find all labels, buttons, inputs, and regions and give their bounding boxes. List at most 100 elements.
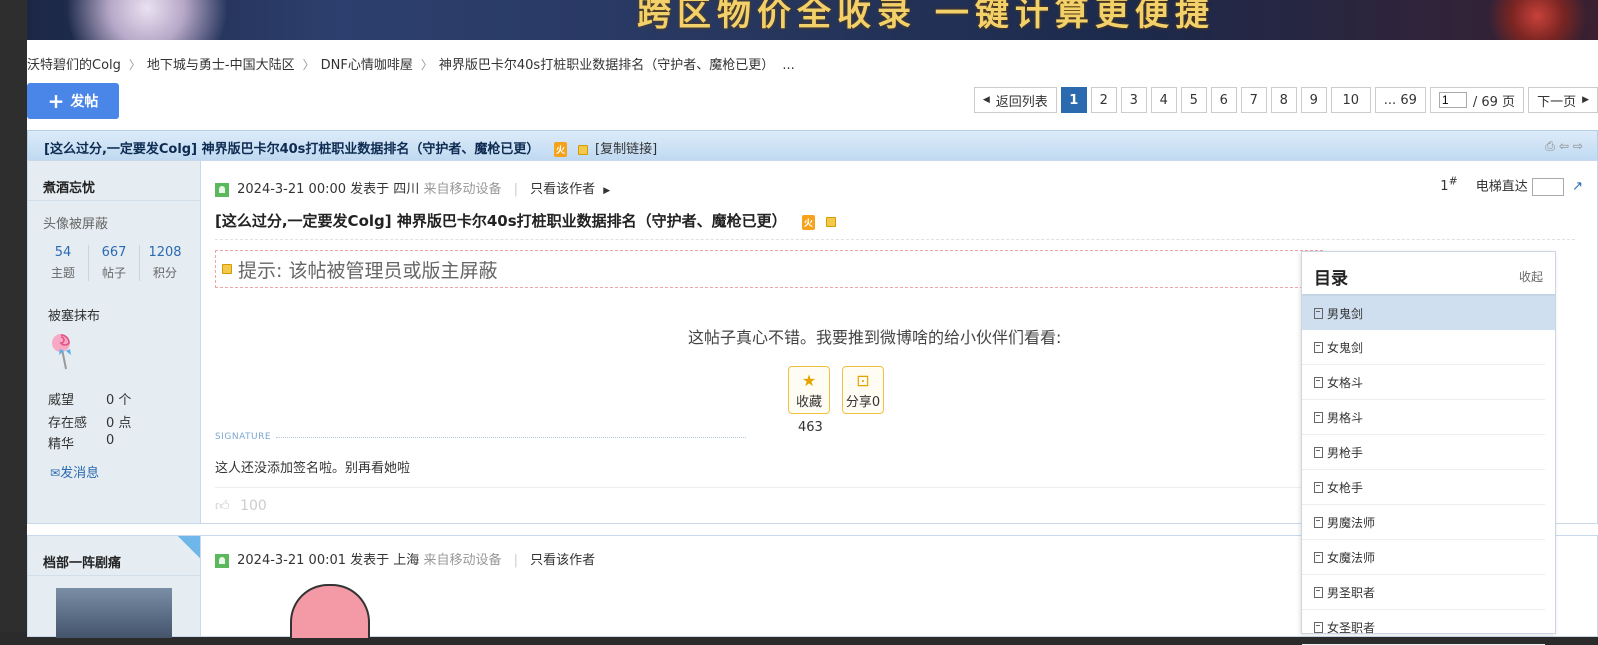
post-title-row: [这么过分,一定要发Colg] 神界版巴卡尔40s打桩职业数据排名（守护者、魔枪… — [215, 210, 839, 231]
page-jump-input[interactable] — [1438, 92, 1467, 108]
toc-item[interactable]: 男枪手 — [1302, 435, 1545, 470]
toc-item[interactable]: 女枪手 — [1302, 470, 1545, 505]
copy-link[interactable]: [复制链接] — [595, 142, 657, 157]
divider — [215, 239, 1575, 240]
page-8[interactable]: 8 — [1270, 87, 1297, 113]
toc-item[interactable]: 女圣职者 — [1302, 610, 1545, 645]
stat-threads[interactable]: 54 主题 — [38, 245, 89, 281]
caret-right-icon: ▶ — [1582, 95, 1589, 105]
favorite-button[interactable]: ★ 收藏 — [788, 366, 830, 414]
author-stats: 54 主题 667 帖子 1208 积分 — [38, 245, 190, 281]
page-6[interactable]: 6 — [1210, 87, 1237, 113]
field-value: 0 点 — [106, 416, 132, 431]
page-5[interactable]: 5 — [1180, 87, 1207, 113]
page-jump: / 69 页 — [1429, 87, 1525, 113]
toc-item[interactable]: 男格斗 — [1302, 400, 1545, 435]
toc-item[interactable]: 男圣职者 — [1302, 575, 1545, 610]
document-icon — [1314, 481, 1323, 493]
field-label: 精华 — [48, 437, 75, 452]
page-3[interactable]: 3 — [1120, 87, 1147, 113]
page-last[interactable]: ... 69 — [1374, 87, 1426, 113]
breadcrumb-separator: 〉 — [128, 58, 141, 72]
toc-item-label: 男鬼剑 — [1327, 306, 1364, 321]
toc-item[interactable]: 女魔法师 — [1302, 540, 1545, 575]
send-message-link[interactable]: ✉发消息 — [50, 462, 99, 481]
toc-item[interactable]: 女格斗 — [1302, 365, 1545, 400]
stat-label: 积分 — [152, 266, 177, 280]
document-icon — [1314, 621, 1323, 633]
document-icon — [1314, 446, 1323, 458]
hidden-post-notice: 提示: 该帖被管理员或版主屏蔽 — [215, 250, 1323, 288]
toc-item-label: 男魔法师 — [1327, 515, 1376, 530]
stat-label: 主题 — [50, 266, 75, 280]
toc-item-label: 女枪手 — [1327, 480, 1364, 495]
post-device: 来自移动设备 — [423, 553, 502, 568]
next-page-button[interactable]: 下一页 ▶ — [1528, 87, 1598, 113]
meta-separator: | — [513, 553, 518, 568]
page-2[interactable]: 2 — [1090, 87, 1117, 113]
like-button[interactable]: 👍︎ 100 — [215, 497, 267, 514]
thread-header: [这么过分,一定要发Colg] 神界版巴卡尔40s打桩职业数据排名（守护者、魔枪… — [27, 130, 1598, 162]
plus-icon: + — [47, 89, 65, 113]
document-icon — [1314, 341, 1323, 353]
go-floor-icon[interactable]: ↗ — [1572, 179, 1583, 194]
caret-left-icon: ◀ — [982, 95, 990, 105]
document-icon — [1314, 307, 1323, 319]
field-digest: 精华 0 — [48, 433, 114, 452]
back-to-list-label: 返回列表 — [995, 94, 1048, 110]
share-button[interactable]: ⊡ 分享0 — [842, 366, 884, 414]
post-device: 来自移动设备 — [423, 182, 502, 197]
breadcrumb-forum[interactable]: 地下城与勇士-中国大陆区 — [147, 58, 295, 73]
toc-item[interactable]: 男鬼剑 — [1302, 296, 1555, 330]
divider — [28, 200, 200, 201]
print-icon[interactable]: ⎙ — [1545, 139, 1559, 153]
floor-suffix: # — [1448, 175, 1458, 188]
toc-item-label: 女魔法师 — [1327, 550, 1376, 565]
document-icon — [1314, 551, 1323, 563]
thread-title-row: [这么过分,一定要发Colg] 神界版巴卡尔40s打桩职业数据排名（守护者、魔枪… — [44, 138, 657, 157]
new-post-button[interactable]: + 发帖 — [27, 83, 119, 119]
next-thread-icon[interactable]: ⇨ — [1573, 139, 1587, 153]
stat-points[interactable]: 1208 积分 — [140, 245, 190, 281]
page-7[interactable]: 7 — [1240, 87, 1267, 113]
prev-thread-icon[interactable]: ⇦ — [1559, 139, 1573, 153]
toc-item[interactable]: 男魔法师 — [1302, 505, 1545, 540]
floor-number[interactable]: 1# — [1440, 175, 1457, 194]
page-9[interactable]: 9 — [1300, 87, 1327, 113]
only-author-link[interactable]: 只看该作者 — [530, 553, 595, 568]
author-name[interactable]: 档部一阵剧痛 — [43, 552, 121, 571]
floor-jump-input[interactable] — [1531, 177, 1564, 196]
toc-item-label: 男枪手 — [1327, 445, 1364, 460]
signature-text: 这人还没添加签名啦。别再看她啦 — [215, 461, 411, 476]
top-banner[interactable]: 跨区物价全收录 一键计算更便捷 — [27, 0, 1598, 40]
avatar[interactable] — [56, 588, 172, 638]
thread-title: [这么过分,一定要发Colg] 神界版巴卡尔40s打桩职业数据排名（守护者、魔枪… — [44, 142, 540, 157]
stat-posts[interactable]: 667 帖子 — [89, 245, 140, 281]
back-to-list-button[interactable]: ◀ 返回列表 — [973, 87, 1057, 113]
elevator-label: 电梯直达 — [1475, 179, 1528, 195]
breadcrumb-board[interactable]: DNF心情咖啡屋 — [321, 58, 413, 73]
field-value: 0 个 — [106, 393, 132, 408]
window-left-edge — [0, 0, 27, 632]
post-date: 2024-3-21 00:01 — [237, 553, 347, 568]
page-total: / 69 页 — [1472, 94, 1516, 110]
document-icon — [1314, 411, 1323, 423]
page-1[interactable]: 1 — [1060, 87, 1087, 113]
author-name[interactable]: 煮酒忘忧 — [43, 177, 95, 196]
stat-label: 帖子 — [101, 266, 126, 280]
page-10[interactable]: 10 — [1330, 87, 1371, 113]
toc-item[interactable]: 女鬼剑 — [1302, 330, 1545, 365]
breadcrumb-thread[interactable]: 神界版巴卡尔40s打桩职业数据排名（守护者、魔枪已更） — [439, 58, 774, 73]
new-post-label: 发帖 — [70, 94, 99, 110]
banner-character-left — [27, 0, 227, 40]
toc-title: 目录 — [1314, 269, 1348, 289]
page-4[interactable]: 4 — [1150, 87, 1177, 113]
breadcrumb-home[interactable]: 沃特碧们的Colg — [27, 58, 121, 73]
pagination: ◀ 返回列表 1 2 3 4 5 6 7 8 9 10 ... 69 / 69 页… — [973, 87, 1598, 113]
field-label: 存在感 — [48, 416, 88, 431]
author-panel: 煮酒忘忧 头像被屏蔽 54 主题 667 帖子 1208 积分 被塞抹布 威望 0 个 … — [28, 161, 201, 523]
author-panel: 档部一阵剧痛 — [28, 536, 201, 638]
only-author-link[interactable]: 只看该作者 — [530, 182, 595, 197]
toc-collapse-button[interactable]: 收起 — [1519, 268, 1543, 285]
lock-icon — [826, 216, 837, 227]
